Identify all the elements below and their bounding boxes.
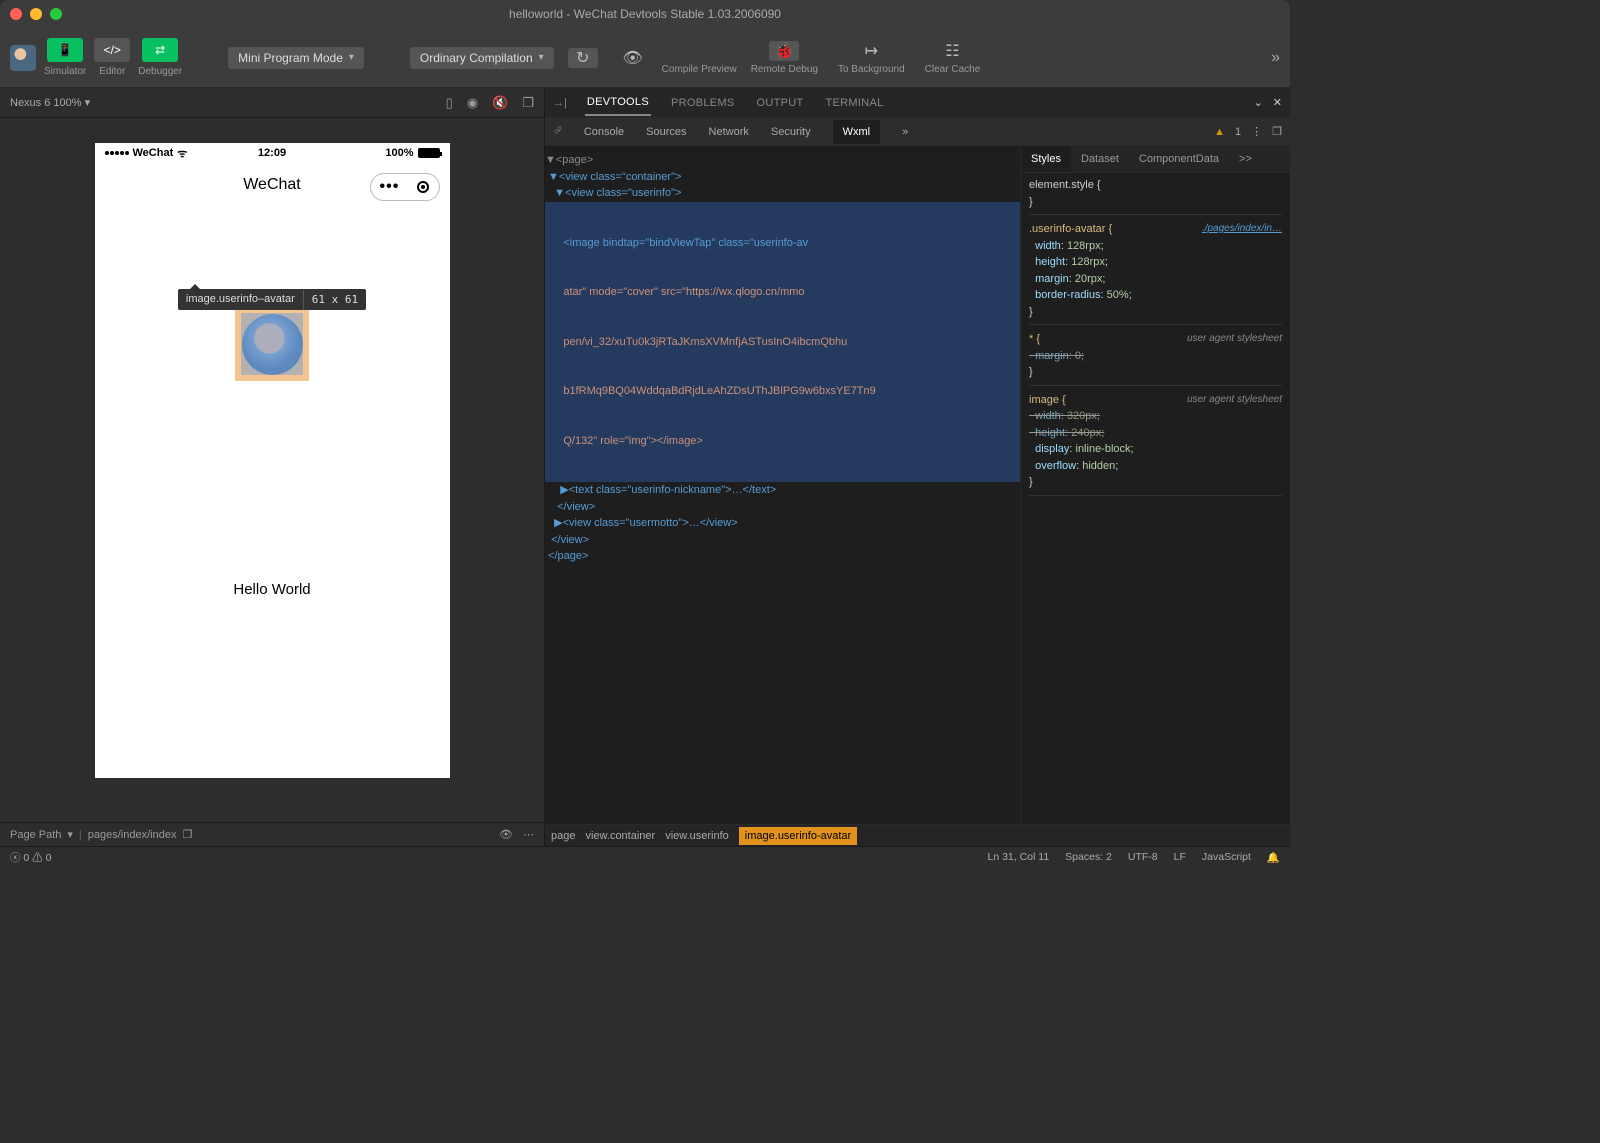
- preview-eye-icon[interactable]: 👁: [618, 48, 648, 68]
- subtab-console[interactable]: Console: [584, 126, 624, 138]
- more-horiz-icon[interactable]: ⋯: [523, 828, 534, 841]
- more-icon[interactable]: »: [1271, 49, 1280, 67]
- statusbar: ⓧ 0 ⚠ 0 Ln 31, Col 11 Spaces: 2 UTF-8 LF…: [0, 846, 1290, 868]
- mute-icon[interactable]: 🔇: [492, 95, 508, 111]
- close-icon[interactable]: [10, 8, 22, 20]
- inspect-icon[interactable]: ⮰: [553, 125, 562, 138]
- wxml-selected-node[interactable]: <image bindtap="bindViewTap" class="user…: [545, 202, 1020, 483]
- subtab-sources[interactable]: Sources: [646, 126, 686, 138]
- indentation[interactable]: Spaces: 2: [1065, 851, 1112, 864]
- subtab-network[interactable]: Network: [709, 126, 749, 138]
- phone-simulator[interactable]: WeChatᯤ 12:09 100% WeChat ••• image.user…: [95, 143, 450, 778]
- editor-button[interactable]: </>: [94, 38, 130, 62]
- copy-path-icon[interactable]: ❐: [182, 828, 192, 841]
- subtab-wxml[interactable]: Wxml: [833, 120, 881, 144]
- record-icon[interactable]: ◉: [467, 95, 478, 111]
- wxml-tree[interactable]: ▼<page> ▼<view class="container"> ▼<view…: [545, 146, 1020, 824]
- to-background-icon[interactable]: ↦: [856, 41, 886, 61]
- tab-output[interactable]: OUTPUT: [755, 97, 806, 109]
- close-panel-icon[interactable]: ✕: [1273, 96, 1282, 109]
- subtab-more-icon[interactable]: »: [902, 126, 908, 138]
- zoom-icon[interactable]: [50, 8, 62, 20]
- inspect-tooltip: image.userinfo–avatar 61 x 61: [178, 289, 366, 310]
- simulator-button[interactable]: 📱: [47, 38, 83, 62]
- device-dropdown[interactable]: Nexus 6 100% ▾: [10, 96, 90, 109]
- copy-icon[interactable]: ❐: [522, 95, 534, 111]
- bc-container[interactable]: view.container: [585, 830, 655, 842]
- chevron-down-icon[interactable]: ⌄: [1254, 96, 1263, 109]
- subtab-security[interactable]: Security: [771, 126, 811, 138]
- error-count[interactable]: ⓧ 0 ⚠ 0: [10, 850, 51, 865]
- minimize-icon[interactable]: [30, 8, 42, 20]
- phone-navbar: WeChat •••: [95, 163, 450, 207]
- avatar: [242, 314, 303, 375]
- visibility-icon[interactable]: 👁: [499, 828, 513, 841]
- tab-problems[interactable]: PROBLEMS: [669, 97, 737, 109]
- bell-icon[interactable]: 🔔: [1267, 851, 1280, 864]
- dt-popout-icon[interactable]: ❐: [1272, 125, 1282, 138]
- capsule-close-icon[interactable]: [417, 181, 429, 193]
- refresh-icon[interactable]: ↻: [568, 48, 598, 68]
- titlebar: helloworld - WeChat Devtools Stable 1.03…: [0, 0, 1290, 28]
- bc-avatar[interactable]: image.userinfo-avatar: [739, 827, 857, 845]
- styles-panel: Styles Dataset ComponentData >> element.…: [1020, 146, 1290, 824]
- eol[interactable]: LF: [1174, 851, 1186, 864]
- cursor-position[interactable]: Ln 31, Col 11: [987, 851, 1049, 864]
- tab-devtools[interactable]: DEVTOOLS: [585, 96, 651, 116]
- program-mode-dropdown[interactable]: Mini Program Mode: [228, 47, 364, 69]
- window-controls: [10, 8, 62, 20]
- capsule-more-icon[interactable]: •••: [380, 178, 400, 196]
- page-path[interactable]: pages/index/index: [88, 829, 177, 841]
- language-mode[interactable]: JavaScript: [1202, 851, 1251, 864]
- user-avatar[interactable]: [10, 45, 36, 71]
- main-toolbar: 📱Simulator </>Editor ⇄Debugger Mini Prog…: [0, 28, 1290, 88]
- tab-terminal[interactable]: TERMINAL: [824, 97, 886, 109]
- styles-tab-componentdata[interactable]: ComponentData: [1129, 153, 1229, 165]
- device-icon[interactable]: ▯: [446, 95, 453, 111]
- bc-page[interactable]: page: [551, 830, 575, 842]
- styles-rules[interactable]: element.style { } .userinfo-avatar {./pa…: [1021, 173, 1290, 824]
- phone-time: 12:09: [258, 147, 286, 159]
- remote-debug-icon[interactable]: 🐞: [769, 41, 799, 61]
- styles-tab-styles[interactable]: Styles: [1021, 146, 1071, 172]
- styles-tab-dataset[interactable]: Dataset: [1071, 153, 1129, 165]
- styles-tab-more[interactable]: >>: [1229, 153, 1262, 165]
- compilation-dropdown[interactable]: Ordinary Compilation: [410, 47, 554, 69]
- encoding[interactable]: UTF-8: [1128, 851, 1158, 864]
- window-title: helloworld - WeChat Devtools Stable 1.03…: [509, 7, 781, 21]
- dt-menu-icon[interactable]: ⋮: [1251, 125, 1262, 138]
- wifi-icon: ᯤ: [177, 146, 187, 161]
- usermotto: Hello World: [233, 581, 310, 598]
- clear-cache-icon[interactable]: ☷: [937, 41, 967, 61]
- element-breadcrumb: page view.container view.userinfo image.…: [545, 824, 1290, 846]
- simulator-panel: Nexus 6 100% ▾ ▯ ◉ 🔇 ❐ WeChatᯤ 12:09 100…: [0, 88, 545, 846]
- devtools-panel: →| DEVTOOLS PROBLEMS OUTPUT TERMINAL ⌄✕ …: [545, 88, 1290, 846]
- phone-statusbar: WeChatᯤ 12:09 100%: [95, 143, 450, 163]
- debugger-button[interactable]: ⇄: [142, 38, 178, 62]
- battery-icon: [418, 148, 440, 158]
- userinfo-avatar[interactable]: [235, 307, 309, 381]
- bc-userinfo[interactable]: view.userinfo: [665, 830, 729, 842]
- simulator-toolbar: Nexus 6 100% ▾ ▯ ◉ 🔇 ❐: [0, 88, 544, 118]
- panel-toggle-icon[interactable]: →|: [553, 97, 567, 109]
